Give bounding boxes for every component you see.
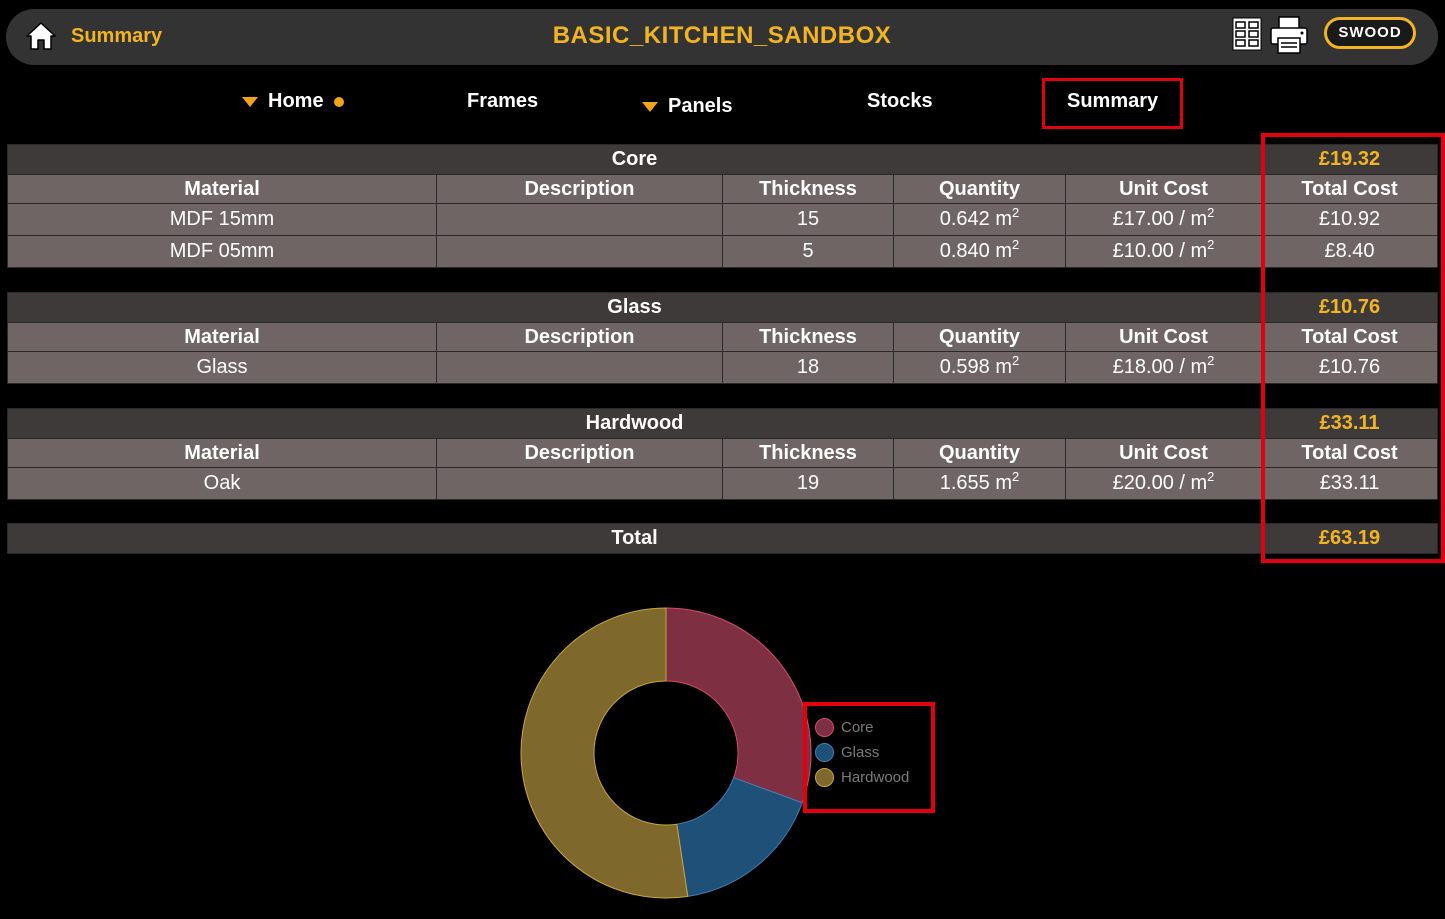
cell-thickness: 19 xyxy=(722,467,894,500)
nav-stocks[interactable]: Stocks xyxy=(867,90,933,113)
col-material: Material xyxy=(7,174,437,204)
slice-hardwood[interactable] xyxy=(520,607,689,899)
col-quantity: Quantity xyxy=(893,322,1066,352)
col-material: Material xyxy=(7,322,437,352)
cell-quantity: 0.642 m2 xyxy=(893,203,1066,236)
col-description: Description xyxy=(436,438,723,468)
col-description: Description xyxy=(436,174,723,204)
nav-home-label: Home xyxy=(268,90,324,112)
nav-home[interactable]: Home xyxy=(242,90,344,113)
grand-total-table: Total £63.19 xyxy=(7,523,1438,554)
nav-frames-label: Frames xyxy=(467,90,539,112)
col-unit-cost: Unit Cost xyxy=(1064,174,1263,204)
col-thickness: Thickness xyxy=(722,322,894,352)
status-dot-icon xyxy=(333,96,344,107)
app-title: BASIC_KITCHEN_SANDBOX xyxy=(552,22,892,49)
cell-material: MDF 15mm xyxy=(7,203,437,236)
cell-quantity: 0.840 m2 xyxy=(893,235,1066,268)
grand-total-label: Total xyxy=(7,523,1262,554)
col-thickness: Thickness xyxy=(722,438,894,468)
cell-description xyxy=(436,467,723,500)
chevron-down-icon xyxy=(242,96,258,107)
table-row: MDF 05mm 5 0.840 m2 £10.00 / m2 £8.40 xyxy=(7,235,1439,268)
core-table: Core £19.32 Material Description Thicknes… xyxy=(6,144,1439,268)
hardwood-table: Hardwood £33.11 Material Description Thic… xyxy=(6,408,1439,500)
section-title: Glass xyxy=(6,292,1263,323)
legend-highlight xyxy=(803,702,935,813)
cell-material: MDF 05mm xyxy=(7,235,437,268)
brand-logo: SWOOD xyxy=(1324,17,1416,49)
grid-icon[interactable] xyxy=(1232,17,1262,51)
nav-panels[interactable]: Panels xyxy=(642,95,732,118)
donut-chart xyxy=(520,607,812,899)
cell-quantity: 0.598 m2 xyxy=(893,351,1066,384)
cell-quantity: 1.655 m2 xyxy=(893,467,1066,500)
glass-table: Glass £10.76 Material Description Thickne… xyxy=(6,292,1439,384)
nav-frames[interactable]: Frames xyxy=(467,90,538,113)
col-description: Description xyxy=(436,322,723,352)
cell-description xyxy=(436,351,723,384)
summary-tab-highlight xyxy=(1042,78,1183,129)
col-quantity: Quantity xyxy=(893,438,1066,468)
cell-thickness: 18 xyxy=(722,351,894,384)
section-title: Core xyxy=(6,144,1263,175)
table-row: Glass 18 0.598 m2 £18.00 / m2 £10.76 xyxy=(7,351,1439,384)
col-unit-cost: Unit Cost xyxy=(1064,438,1263,468)
top-bar: Summary BASIC_KITCHEN_SANDBOX SWOOD xyxy=(6,9,1438,65)
section-title: Hardwood xyxy=(6,408,1263,439)
nav-stocks-label: Stocks xyxy=(867,90,933,112)
cell-description xyxy=(436,235,723,268)
cell-unit-cost: £20.00 / m2 xyxy=(1064,467,1263,500)
col-quantity: Quantity xyxy=(893,174,1066,204)
print-icon[interactable] xyxy=(1269,16,1309,54)
col-material: Material xyxy=(7,438,437,468)
slice-core[interactable] xyxy=(665,607,812,804)
cell-description xyxy=(436,203,723,236)
cell-unit-cost: £17.00 / m2 xyxy=(1064,203,1263,236)
cell-material: Oak xyxy=(7,467,437,500)
total-cost-highlight xyxy=(1261,133,1445,563)
cell-thickness: 5 xyxy=(722,235,894,268)
table-row: MDF 15mm 15 0.642 m2 £17.00 / m2 £10.92 xyxy=(7,203,1439,236)
cell-material: Glass xyxy=(7,351,437,384)
cell-unit-cost: £10.00 / m2 xyxy=(1064,235,1263,268)
col-unit-cost: Unit Cost xyxy=(1064,322,1263,352)
chevron-down-icon xyxy=(642,101,658,112)
col-thickness: Thickness xyxy=(722,174,894,204)
table-row: Oak 19 1.655 m2 £20.00 / m2 £33.11 xyxy=(7,467,1439,500)
cell-thickness: 15 xyxy=(722,203,894,236)
slice-glass[interactable] xyxy=(676,777,803,897)
cell-unit-cost: £18.00 / m2 xyxy=(1064,351,1263,384)
nav-panels-label: Panels xyxy=(668,95,733,117)
